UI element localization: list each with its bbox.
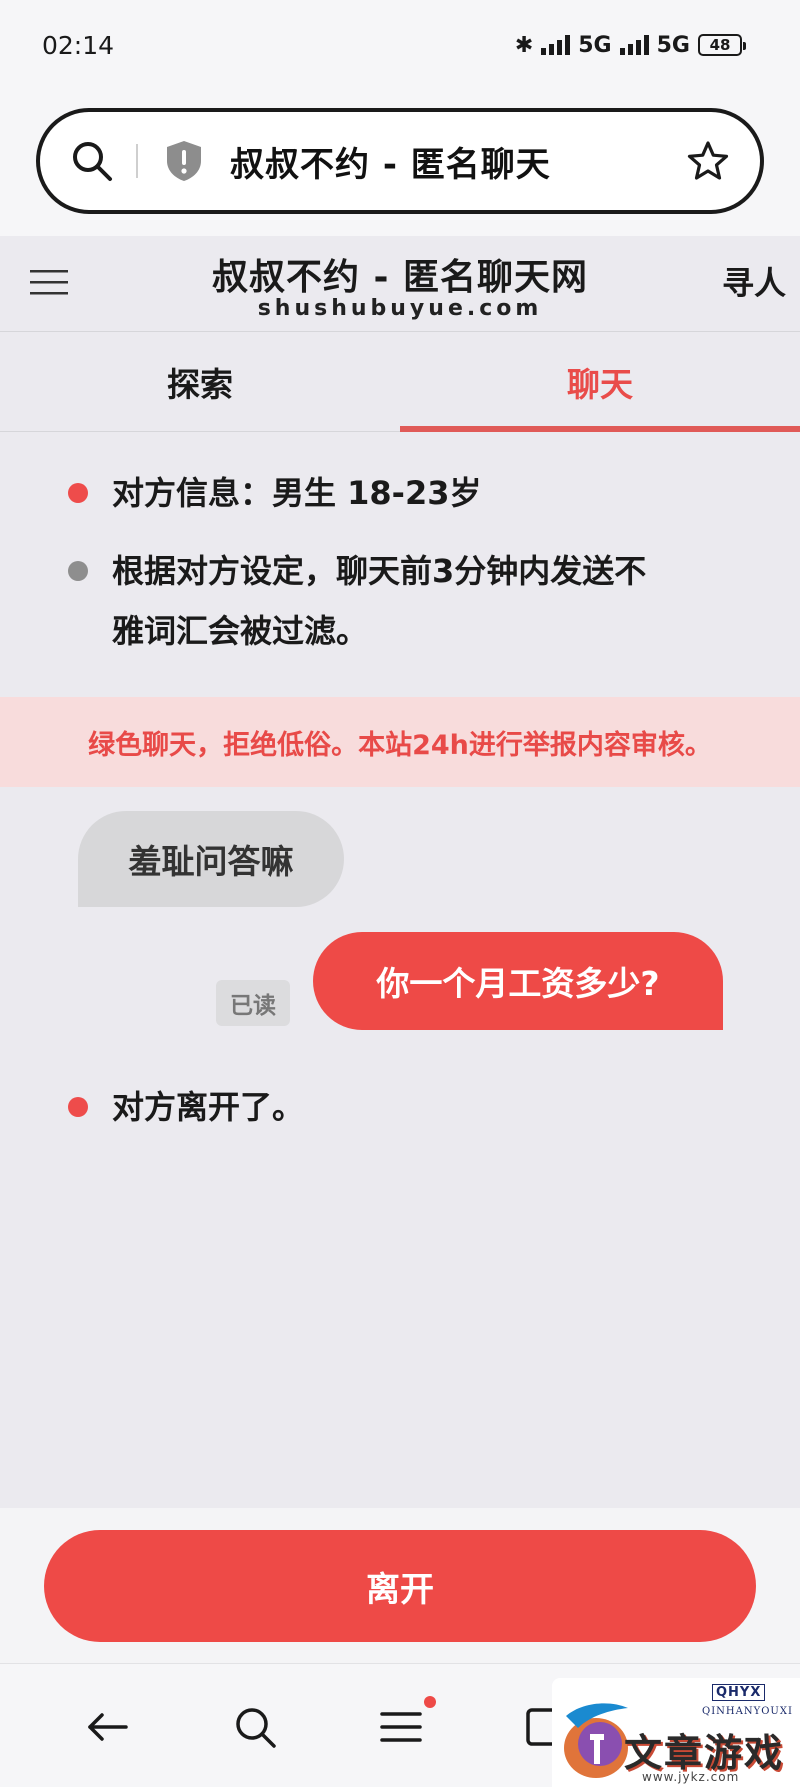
site-url: shushubuyue.com (257, 296, 543, 321)
partner-info-text: 对方信息：男生 18-23岁 (112, 474, 482, 512)
notice-banner: 绿色聊天，拒绝低俗。本站24h进行举报内容审核。 (0, 697, 800, 787)
back-arrow-icon[interactable] (84, 1704, 130, 1750)
status-indicators: ✱ 5G 5G 48 (514, 32, 746, 58)
system-message: 对方离开了。 (68, 1077, 748, 1137)
address-divider (136, 144, 138, 178)
address-text[interactable]: 叔叔不约 - 匿名聊天 (230, 137, 686, 186)
red-dot-icon (68, 1097, 88, 1117)
tab-explore[interactable]: 探索 (0, 332, 400, 432)
signal-icon (541, 35, 571, 55)
watermark: QHYX QINHANYOUXI 文章游戏网 www.jykz.com (552, 1678, 800, 1787)
search-icon[interactable] (70, 139, 114, 183)
leave-area: 离开 (0, 1508, 800, 1663)
filter-notice-line-1: 根据对方设定，聊天前3分钟内发送不 (112, 552, 647, 590)
watermark-badge: QHYX (712, 1684, 766, 1701)
find-people-link[interactable]: 寻人 (722, 258, 786, 304)
search-icon[interactable] (232, 1704, 278, 1750)
system-message-text: 对方离开了。 (112, 1088, 305, 1126)
site-title: 叔叔不约 - 匿名聊天网 (211, 257, 588, 298)
tab-bar: 探索 聊天 (0, 332, 800, 432)
network-type-1: 5G (578, 32, 612, 58)
active-tab-indicator (400, 426, 800, 432)
red-dot-icon (68, 483, 88, 503)
filter-notice-text: 根据对方设定，聊天前3分钟内发送不 雅词汇会被过滤。 (112, 541, 646, 661)
address-bar[interactable]: 叔叔不约 - 匿名聊天 (36, 108, 764, 214)
menu-icon[interactable] (378, 1704, 424, 1750)
site-header: 叔叔不约 - 匿名聊天网 shushubuyue.com 寻人 (0, 236, 800, 332)
battery-icon: 48 (698, 34, 746, 56)
gray-dot-icon (68, 561, 88, 581)
filter-notice: 根据对方设定，聊天前3分钟内发送不 雅词汇会被过滤。 (68, 541, 748, 661)
outgoing-message: 你一个月工资多少? (313, 932, 723, 1030)
status-time: 02:14 (42, 30, 115, 60)
shield-icon[interactable] (164, 139, 204, 183)
status-bar: 02:14 ✱ 5G 5G 48 (0, 0, 800, 90)
read-status-badge: 已读 (216, 980, 290, 1026)
signal-icon-2 (619, 35, 649, 55)
browser-bar: 叔叔不约 - 匿名聊天 (0, 90, 800, 236)
notification-dot (424, 1696, 436, 1708)
watermark-url: www.jykz.com (642, 1770, 740, 1784)
bluetooth-icon: ✱ (514, 32, 534, 58)
star-icon[interactable] (686, 139, 730, 183)
tab-chat[interactable]: 聊天 (400, 332, 800, 432)
watermark-subtitle: QINHANYOUXI (702, 1706, 793, 1717)
watermark-logo-icon (564, 1703, 628, 1778)
partner-info: 对方信息：男生 18-23岁 (68, 463, 748, 523)
leave-button[interactable]: 离开 (44, 1530, 756, 1642)
incoming-message: 羞耻问答嘛 (78, 811, 344, 907)
filter-notice-line-2: 雅词汇会被过滤。 (112, 612, 369, 650)
network-type-2: 5G (656, 32, 690, 58)
